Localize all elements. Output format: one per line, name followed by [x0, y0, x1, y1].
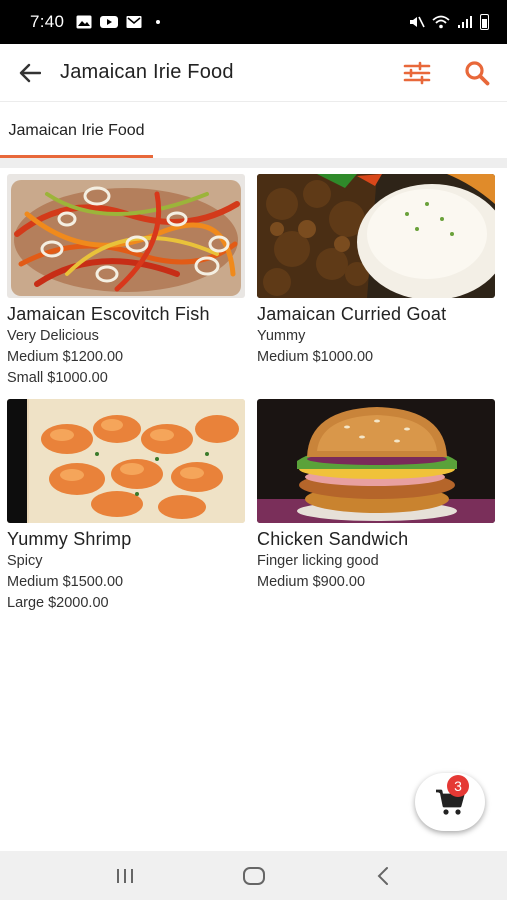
recent-apps-icon	[116, 868, 133, 883]
back-nav-icon	[377, 866, 388, 885]
more-notifications-dot	[156, 20, 161, 24]
category-tabs: Jamaican Irie Food	[0, 102, 507, 158]
product-price: Medium $1000.00	[257, 349, 374, 365]
email-icon	[126, 16, 142, 28]
image-icon	[76, 15, 92, 29]
recent-apps-button[interactable]	[100, 856, 150, 896]
signal-icon	[458, 16, 472, 28]
product-description: Very Delicious	[7, 328, 99, 344]
cart-button[interactable]: 3	[415, 773, 485, 831]
product-name: Chicken Sandwich	[257, 529, 409, 549]
nav-back-button[interactable]	[358, 856, 408, 896]
sliders-icon	[403, 61, 431, 84]
app-bar: Jamaican Irie Food	[0, 44, 507, 102]
home-icon	[242, 866, 265, 885]
status-time: 7:40	[30, 12, 65, 31]
shrimp-image	[7, 399, 245, 523]
product-price: Large $2000.00	[7, 595, 109, 611]
product-name: Yummy Shrimp	[7, 529, 132, 549]
product-price: Medium $900.00	[257, 574, 366, 590]
product-card[interactable]: Jamaican Curried Goat Yummy Medium $1000…	[257, 174, 497, 365]
product-description: Finger licking good	[257, 553, 379, 569]
product-card[interactable]: Chicken Sandwich Finger licking good Med…	[257, 399, 497, 590]
wifi-icon	[432, 15, 450, 29]
escovitch-fish-image	[7, 174, 245, 298]
product-description: Yummy	[257, 328, 306, 344]
product-description: Spicy	[7, 553, 43, 569]
mute-icon	[410, 16, 425, 28]
divider	[0, 158, 507, 168]
status-right	[409, 14, 489, 30]
chicken-sandwich-image	[257, 399, 495, 523]
product-price: Medium $1500.00	[7, 574, 124, 590]
page-title: Jamaican Irie Food	[60, 61, 234, 83]
product-card[interactable]: Jamaican Escovitch Fish Very Delicious M…	[7, 174, 247, 386]
filter-button[interactable]	[387, 44, 447, 102]
home-button[interactable]	[229, 856, 279, 896]
status-bar: 7:40	[0, 0, 507, 44]
arrow-back-icon	[19, 63, 41, 82]
youtube-icon	[100, 16, 119, 28]
product-name: Jamaican Escovitch Fish	[7, 304, 210, 324]
tab-jamaican-irie-food[interactable]: Jamaican Irie Food	[0, 102, 153, 158]
back-button[interactable]	[0, 44, 60, 102]
battery-icon	[480, 14, 489, 30]
product-price: Medium $1200.00	[7, 349, 124, 365]
search-button[interactable]	[447, 44, 507, 102]
system-nav-bar	[0, 851, 507, 900]
status-left: 7:40	[30, 12, 161, 32]
product-price: Small $1000.00	[7, 370, 108, 386]
product-card[interactable]: Yummy Shrimp Spicy Medium $1500.00 Large…	[7, 399, 247, 611]
tab-label: Jamaican Irie Food	[8, 121, 145, 139]
search-icon	[465, 60, 490, 85]
curried-goat-image	[257, 174, 495, 298]
product-name: Jamaican Curried Goat	[257, 304, 447, 324]
cart-count-badge: 3	[447, 775, 469, 797]
